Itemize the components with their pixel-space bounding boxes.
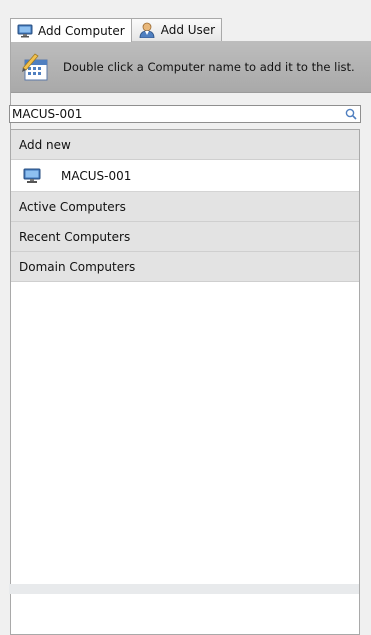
search-icon[interactable] — [342, 108, 360, 120]
group-label: Recent Computers — [19, 229, 131, 244]
tab-bar: Add Computer Add User — [10, 18, 223, 42]
hint-text: Double click a Computer name to add it t… — [63, 59, 355, 74]
group-label: Domain Computers — [19, 259, 136, 274]
computer-icon — [23, 168, 41, 184]
tab-label: Add Computer — [38, 23, 125, 38]
user-icon — [138, 22, 156, 38]
hint-bar: Double click a Computer name to add it t… — [11, 41, 371, 93]
list-item[interactable]: MACUS-001 — [11, 160, 359, 192]
tab-panel: Double click a Computer name to add it t… — [9, 41, 371, 635]
tab-add-computer[interactable]: Add Computer — [10, 18, 132, 42]
status-strip — [9, 584, 359, 594]
group-header-active-computers[interactable]: Active Computers — [11, 192, 359, 222]
group-label: Add new — [19, 137, 71, 152]
group-header-recent-computers[interactable]: Recent Computers — [11, 222, 359, 252]
computer-name: MACUS-001 — [61, 168, 132, 183]
computer-icon — [17, 24, 33, 38]
group-label: Active Computers — [19, 199, 126, 214]
search-box — [9, 105, 361, 123]
group-header-add-new[interactable]: Add new — [11, 130, 359, 160]
computer-list: Add new MACUS-001 Active Computers Recen… — [10, 129, 360, 635]
calendar-pencil-icon — [21, 52, 49, 82]
add-computer-window: Add Computer Add User Double click a Com… — [0, 0, 371, 635]
search-input[interactable] — [10, 106, 342, 122]
group-header-domain-computers[interactable]: Domain Computers — [11, 252, 359, 282]
tab-add-user[interactable]: Add User — [130, 18, 223, 41]
tab-label: Add User — [160, 23, 216, 37]
